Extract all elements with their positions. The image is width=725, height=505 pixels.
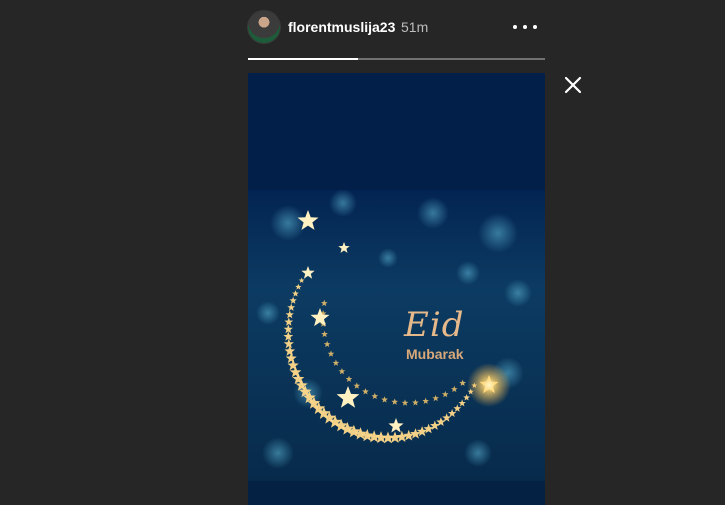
story-progress-bar (248, 58, 545, 60)
story-media[interactable]: Eid Mubarak (248, 73, 545, 505)
timestamp: 51m (401, 19, 429, 35)
story-progress-fill (248, 58, 358, 60)
story-image (248, 73, 545, 505)
close-icon (564, 76, 582, 94)
eid-title: Eid (404, 305, 465, 345)
story-header: florentmuslija23 51m (248, 11, 545, 43)
avatar[interactable] (248, 11, 280, 43)
more-horizontal-icon (513, 25, 517, 29)
more-options-button[interactable] (513, 17, 537, 37)
username[interactable]: florentmuslija23 (288, 19, 395, 35)
close-button[interactable] (563, 75, 583, 95)
eid-subtitle: Mubarak (406, 346, 464, 362)
